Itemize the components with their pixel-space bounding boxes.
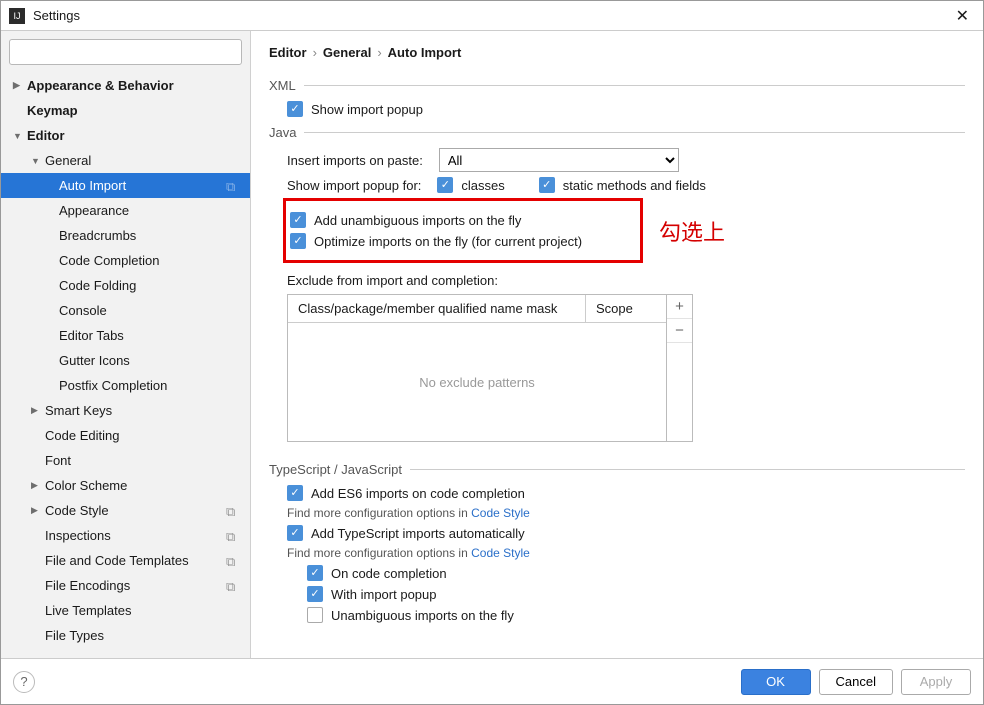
link-code-style[interactable]: Code Style (471, 506, 530, 520)
tree-item-editor[interactable]: ▼Editor (1, 123, 250, 148)
content-pane: Editor › General › Auto Import XML ✓ Sho… (251, 31, 983, 658)
help-icon[interactable]: ? (13, 671, 35, 693)
breadcrumb-p3: Auto Import (388, 45, 462, 60)
tree-item-breadcrumbs[interactable]: Breadcrumbs (1, 223, 250, 248)
tree-item-postfix-completion[interactable]: Postfix Completion (1, 373, 250, 398)
checkbox-with-popup[interactable]: ✓ (307, 586, 323, 602)
tree-item-general[interactable]: ▼General (1, 148, 250, 173)
breadcrumb-p2[interactable]: General (323, 45, 371, 60)
tree-item-file-code-templates[interactable]: File and Code Templates⧉ (1, 548, 250, 573)
hint-auto-ts: Find more configuration options in Code … (287, 546, 965, 560)
breadcrumb-p1[interactable]: Editor (269, 45, 307, 60)
tree-item-font[interactable]: Font (1, 448, 250, 473)
tree-item-console[interactable]: Console (1, 298, 250, 323)
section-xml: XML (269, 78, 965, 93)
add-button[interactable]: + (667, 295, 692, 319)
tree-item-code-folding[interactable]: Code Folding (1, 273, 250, 298)
copy-icon: ⧉ (226, 529, 240, 543)
label-ts-unambiguous: Unambiguous imports on the fly (331, 608, 514, 623)
window-title: Settings (33, 8, 950, 23)
tree-item-appearance[interactable]: Appearance (1, 198, 250, 223)
cancel-button[interactable]: Cancel (819, 669, 893, 695)
chevron-down-icon: ▼ (31, 156, 45, 166)
chevron-right-icon: ▶ (31, 480, 45, 491)
tree-item-file-types[interactable]: File Types (1, 623, 250, 648)
chevron-right-icon: ▶ (31, 405, 45, 416)
label-auto-ts: Add TypeScript imports automatically (311, 526, 525, 541)
tree-item-live-templates[interactable]: Live Templates (1, 598, 250, 623)
chevron-right-icon: ▶ (13, 80, 27, 91)
title-bar: IJ Settings ✕ (1, 1, 983, 31)
section-ts-js: TypeScript / JavaScript (269, 462, 965, 477)
tree-item-file-encodings[interactable]: File Encodings⧉ (1, 573, 250, 598)
tree-item-appearance-behavior[interactable]: ▶Appearance & Behavior (1, 73, 250, 98)
link-code-style-2[interactable]: Code Style (471, 546, 530, 560)
annotation-text: 勾选上 (659, 215, 725, 247)
checkbox-es6[interactable]: ✓ (287, 485, 303, 501)
checkbox-optimize[interactable]: ✓ (290, 233, 306, 249)
checkbox-classes[interactable]: ✓ (437, 177, 453, 193)
tree-item-inspections[interactable]: Inspections⧉ (1, 523, 250, 548)
app-icon: IJ (9, 8, 25, 24)
column-scope[interactable]: Scope (586, 295, 666, 322)
checkbox-static[interactable]: ✓ (539, 177, 555, 193)
label-optimize: Optimize imports on the fly (for current… (314, 234, 582, 249)
settings-tree[interactable]: ▶Appearance & Behavior Keymap ▼Editor ▼G… (1, 73, 250, 658)
tree-item-color-scheme[interactable]: ▶Color Scheme (1, 473, 250, 498)
chevron-right-icon: › (377, 45, 381, 60)
sidebar: ⌕ ▶Appearance & Behavior Keymap ▼Editor … (1, 31, 251, 658)
label-popup-for: Show import popup for: (287, 178, 421, 193)
tree-item-code-style[interactable]: ▶Code Style⧉ (1, 498, 250, 523)
annotation-box: ✓ Add unambiguous imports on the fly ✓ O… (283, 198, 643, 263)
label-exclude: Exclude from import and completion: (287, 273, 965, 288)
copy-icon: ⧉ (226, 579, 240, 593)
tree-item-keymap[interactable]: Keymap (1, 98, 250, 123)
checkbox-xml-show-popup[interactable]: ✓ (287, 101, 303, 117)
label-xml-show-popup: Show import popup (311, 102, 423, 117)
tree-item-smart-keys[interactable]: ▶Smart Keys (1, 398, 250, 423)
section-java: Java (269, 125, 965, 140)
breadcrumb: Editor › General › Auto Import (251, 31, 983, 70)
checkbox-unambiguous[interactable]: ✓ (290, 212, 306, 228)
checkbox-ts-unambiguous[interactable]: ✓ (307, 607, 323, 623)
chevron-right-icon: › (313, 45, 317, 60)
search-input[interactable] (9, 39, 242, 65)
tree-item-auto-import[interactable]: Auto Import⧉ (1, 173, 250, 198)
dialog-footer: ? OK Cancel Apply (1, 658, 983, 704)
exclude-empty: No exclude patterns (288, 323, 666, 441)
chevron-right-icon: ▶ (31, 505, 45, 516)
label-static: static methods and fields (563, 178, 706, 193)
copy-icon: ⧉ (226, 179, 240, 193)
label-on-completion: On code completion (331, 566, 447, 581)
column-mask[interactable]: Class/package/member qualified name mask (288, 295, 586, 322)
checkbox-auto-ts[interactable]: ✓ (287, 525, 303, 541)
tree-item-editor-tabs[interactable]: Editor Tabs (1, 323, 250, 348)
exclude-table: Class/package/member qualified name mask… (287, 294, 667, 442)
apply-button[interactable]: Apply (901, 669, 971, 695)
label-insert-on-paste: Insert imports on paste: (287, 153, 423, 168)
label-es6: Add ES6 imports on code completion (311, 486, 525, 501)
label-unambiguous: Add unambiguous imports on the fly (314, 213, 521, 228)
combo-insert-on-paste[interactable]: All (439, 148, 679, 172)
tree-item-code-editing[interactable]: Code Editing (1, 423, 250, 448)
copy-icon: ⧉ (226, 554, 240, 568)
tree-item-code-completion[interactable]: Code Completion (1, 248, 250, 273)
ok-button[interactable]: OK (741, 669, 811, 695)
label-classes: classes (461, 178, 504, 193)
remove-button[interactable]: − (667, 319, 692, 343)
label-with-popup: With import popup (331, 587, 437, 602)
copy-icon: ⧉ (226, 504, 240, 518)
hint-es6: Find more configuration options in Code … (287, 506, 965, 520)
tree-item-gutter-icons[interactable]: Gutter Icons (1, 348, 250, 373)
close-icon[interactable]: ✕ (950, 6, 975, 26)
checkbox-on-completion[interactable]: ✓ (307, 565, 323, 581)
chevron-down-icon: ▼ (13, 131, 27, 141)
